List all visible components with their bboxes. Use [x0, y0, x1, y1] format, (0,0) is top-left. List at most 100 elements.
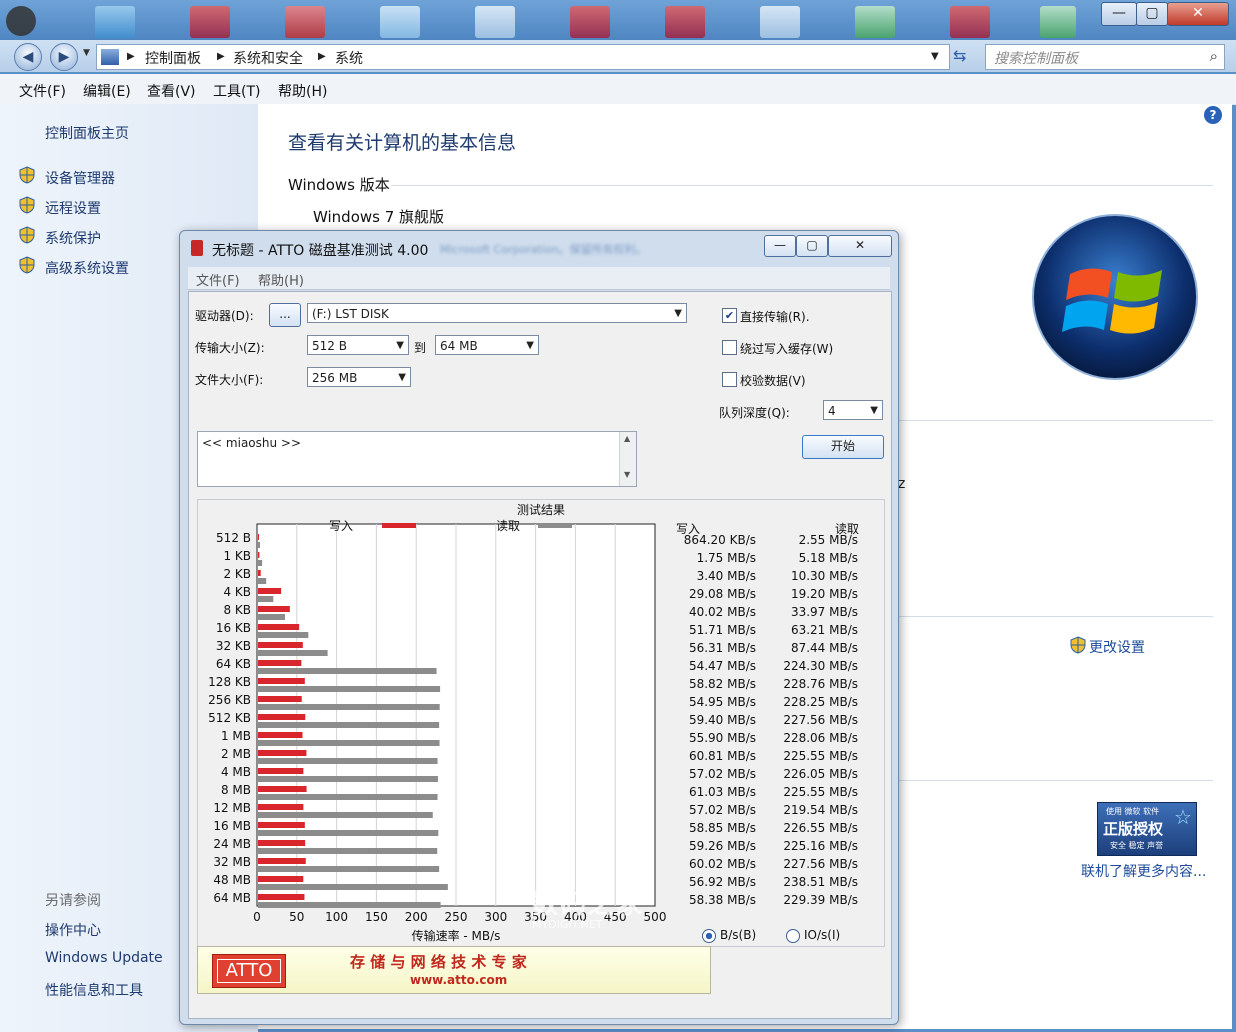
- read-result: 225.55 MB/s: [783, 749, 858, 763]
- scroll-up-icon[interactable]: ▲: [624, 434, 630, 443]
- watermark: 数码之家: [532, 890, 645, 920]
- bar-read: [258, 740, 440, 746]
- bar-read: [258, 902, 441, 908]
- menu-tools[interactable]: 工具(T): [213, 81, 260, 101]
- menu-file[interactable]: 文件(F): [19, 81, 66, 101]
- y-tick-label: 512 B: [216, 531, 251, 545]
- control-panel-icon: [101, 49, 119, 65]
- forward-button[interactable]: ▶: [50, 43, 78, 71]
- scroll-down-icon[interactable]: ▼: [624, 470, 630, 479]
- unit-bytes-radio[interactable]: [702, 929, 716, 943]
- write-result: 51.71 MB/s: [688, 623, 756, 637]
- x-tick-label: 150: [365, 910, 388, 924]
- taskbar-icon: [285, 6, 325, 38]
- atto-url: www.atto.com: [410, 973, 508, 987]
- breadcrumb-item[interactable]: 控制面板: [145, 48, 201, 68]
- close-button[interactable]: ✕: [1167, 2, 1229, 26]
- transfer-to-select[interactable]: 64 MB ▼: [435, 335, 539, 355]
- maximize-button[interactable]: ▢: [1136, 2, 1168, 26]
- search-input[interactable]: 搜索控制面板 ⌕: [985, 44, 1225, 70]
- sidebar-home-link[interactable]: 控制面板主页: [45, 123, 129, 143]
- bar-write: [258, 876, 304, 882]
- bypass-cache-checkbox[interactable]: [722, 340, 737, 355]
- help-icon[interactable]: ?: [1204, 106, 1222, 124]
- watermark-sub: MYDIGIT.NET: [532, 918, 603, 931]
- queue-depth-select[interactable]: 4 ▼: [823, 400, 883, 420]
- transfer-from-select[interactable]: 512 B ▼: [307, 335, 409, 355]
- minimize-button[interactable]: —: [1101, 2, 1137, 26]
- learn-more-link[interactable]: 联机了解更多内容...: [1081, 861, 1206, 881]
- atto-title: 无标题 - ATTO 磁盘基准测试 4.00: [212, 243, 429, 259]
- chevron-down-icon: ▼: [526, 340, 534, 351]
- menu-edit[interactable]: 编辑(E): [83, 81, 131, 101]
- sidebar-item-remote-settings[interactable]: 远程设置: [45, 198, 101, 218]
- unit-io-radio[interactable]: [786, 929, 800, 943]
- y-tick-label: 16 KB: [216, 621, 251, 635]
- read-result: 87.44 MB/s: [790, 641, 858, 655]
- recent-pages-chevron-icon[interactable]: ▼: [83, 48, 90, 58]
- y-tick-label: 1 MB: [221, 729, 251, 743]
- write-result: 54.95 MB/s: [688, 695, 756, 709]
- menu-view[interactable]: 查看(V): [147, 81, 196, 101]
- atto-menu-help[interactable]: 帮助(H): [258, 270, 304, 289]
- atto-menu-file[interactable]: 文件(F): [196, 270, 240, 289]
- sidebar-item-advanced-settings[interactable]: 高级系统设置: [45, 258, 129, 278]
- divider: [898, 780, 1213, 781]
- y-tick-label: 12 MB: [213, 801, 251, 815]
- notes-scrollbar[interactable]: ▲ ▼: [619, 432, 636, 486]
- read-result: 2.55 MB/s: [798, 533, 858, 547]
- search-icon[interactable]: ⌕: [1210, 47, 1218, 65]
- bar-read: [258, 704, 440, 710]
- divider: [898, 420, 1213, 421]
- see-also-windows-update[interactable]: Windows Update: [45, 950, 163, 966]
- genuine-badge[interactable]: 使用 微软 软件 正版授权 安全 稳定 声誉 ☆: [1097, 802, 1197, 856]
- page-title: 查看有关计算机的基本信息: [288, 132, 517, 154]
- sidebar-item-system-protection[interactable]: 系统保护: [45, 228, 101, 248]
- write-result: 59.26 MB/s: [688, 839, 756, 853]
- legend-read-label: 读取: [496, 519, 520, 533]
- bar-write: [258, 714, 306, 720]
- bar-read: [258, 686, 441, 692]
- chevron-right-icon: ▶: [127, 51, 135, 62]
- bar-write: [258, 750, 307, 756]
- atto-maximize-button[interactable]: ▢: [796, 235, 828, 257]
- bar-read: [258, 722, 440, 728]
- file-size-select[interactable]: 256 MB ▼: [307, 367, 411, 387]
- y-tick-label: 32 KB: [216, 639, 251, 653]
- drive-select[interactable]: (F:) LST DISK ▼: [307, 303, 687, 323]
- section-windows-edition: Windows 版本: [288, 176, 390, 194]
- shield-icon: [19, 226, 35, 244]
- bar-read: [258, 614, 286, 620]
- change-settings-link[interactable]: 更改设置: [1089, 637, 1145, 657]
- see-also-action-center[interactable]: 操作中心: [45, 920, 101, 940]
- legend-read-swatch: [538, 523, 572, 528]
- back-button[interactable]: ◀: [14, 43, 42, 71]
- breadcrumb-item[interactable]: 系统: [335, 48, 363, 68]
- breadcrumb-item[interactable]: 系统和安全: [233, 48, 303, 68]
- notes-textarea[interactable]: << miaoshu >> ▲ ▼: [197, 431, 637, 487]
- x-tick-label: 50: [289, 910, 304, 924]
- sidebar-item-device-manager[interactable]: 设备管理器: [45, 168, 115, 188]
- chevron-down-icon[interactable]: ▼: [931, 51, 939, 62]
- taskbar-icon: [475, 6, 515, 38]
- see-also-performance[interactable]: 性能信息和工具: [45, 980, 143, 1000]
- menu-help[interactable]: 帮助(H): [278, 81, 327, 101]
- write-result: 60.81 MB/s: [688, 749, 756, 763]
- chevron-down-icon: ▼: [870, 405, 878, 416]
- y-tick-label: 2 MB: [221, 747, 251, 761]
- chevron-right-icon: ▶: [318, 51, 326, 62]
- atto-close-button[interactable]: ✕: [828, 235, 892, 257]
- write-result: 29.08 MB/s: [688, 587, 756, 601]
- atto-minimize-button[interactable]: —: [764, 235, 796, 257]
- verify-data-checkbox[interactable]: [722, 372, 737, 387]
- bar-write: [258, 840, 306, 846]
- start-button[interactable]: 开始: [802, 435, 884, 459]
- read-result: 224.30 MB/s: [783, 659, 858, 673]
- direct-io-checkbox[interactable]: ✔: [722, 308, 737, 323]
- breadcrumb[interactable]: ▶ 控制面板 ▶ 系统和安全 ▶ 系统 ▼: [96, 44, 950, 70]
- read-result: 226.05 MB/s: [783, 767, 858, 781]
- bar-read: [258, 596, 274, 602]
- drive-browse-button[interactable]: ...: [269, 303, 301, 327]
- refresh-icon[interactable]: ⇆: [953, 46, 966, 65]
- atto-titlebar: 无标题 - ATTO 磁盘基准测试 4.00 Microsoft Corpora…: [180, 231, 898, 265]
